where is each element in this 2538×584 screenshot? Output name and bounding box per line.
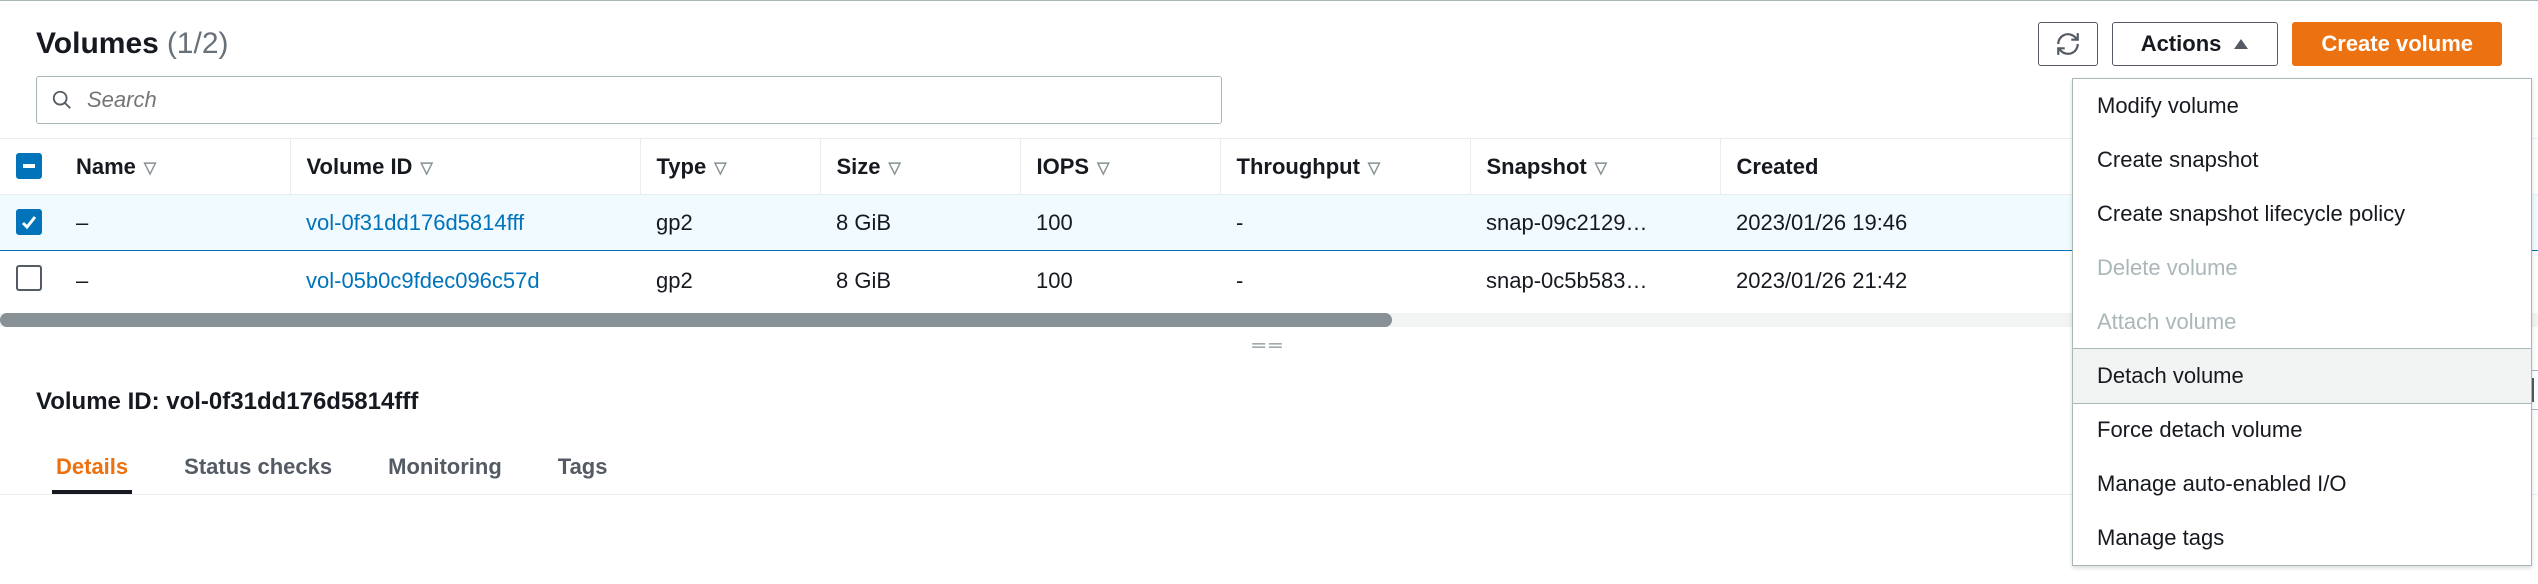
actions-dropdown: Modify volume Create snapshot Create sna… [2072,78,2532,566]
cell-iops: 100 [1036,268,1073,293]
scroll-thumb[interactable] [0,313,1392,327]
volume-id-link[interactable]: vol-05b0c9fdec096c57d [306,268,540,293]
cell-snapshot: snap-0c5b583… [1486,268,1647,293]
search-input-wrap[interactable] [36,76,1222,124]
actions-button[interactable]: Actions [2112,22,2279,66]
search-icon [51,89,73,111]
cell-size: 8 GiB [836,210,891,235]
refresh-icon [2055,31,2081,57]
create-volume-label: Create volume [2321,31,2473,57]
col-snapshot[interactable]: Snapshot [1487,154,1587,179]
caret-up-icon [2233,38,2249,50]
menu-attach-volume: Attach volume [2073,295,2531,349]
sort-icon[interactable]: ▽ [1097,158,1109,178]
menu-create-snapshot[interactable]: Create snapshot [2073,133,2531,187]
page-title: Volumes (1/2) [36,27,229,61]
select-all-checkbox[interactable] [16,153,42,179]
menu-modify-volume[interactable]: Modify volume [2073,79,2531,133]
cell-throughput: - [1236,210,1243,235]
refresh-button[interactable] [2038,22,2098,66]
col-iops[interactable]: IOPS [1037,154,1090,179]
menu-detach-volume[interactable]: Detach volume [2072,348,2532,404]
drag-handle-icon: ══ [1252,335,1286,356]
cell-name: – [76,268,88,293]
tab-status-checks[interactable]: Status checks [180,444,336,494]
detail-title-prefix: Volume ID: [36,388,166,415]
col-throughput[interactable]: Throughput [1237,154,1360,179]
cell-iops: 100 [1036,210,1073,235]
search-input[interactable] [87,87,1207,113]
volume-id-link[interactable]: vol-0f31dd176d5814fff [306,210,524,235]
menu-delete-volume: Delete volume [2073,241,2531,295]
cell-name: – [76,210,88,235]
cell-size: 8 GiB [836,268,891,293]
cell-snapshot: snap-09c2129… [1486,210,1647,235]
sort-icon[interactable]: ▽ [1595,158,1607,178]
tab-details[interactable]: Details [52,444,132,494]
sort-icon[interactable]: ▽ [889,158,901,178]
title-count: (1/2) [167,27,229,61]
col-size[interactable]: Size [837,154,881,179]
cell-throughput: - [1236,268,1243,293]
cell-created: 2023/01/26 21:42 [1736,268,1907,293]
sort-icon[interactable]: ▽ [714,158,726,178]
row-checkbox[interactable] [16,209,42,235]
menu-create-snapshot-lifecycle-policy[interactable]: Create snapshot lifecycle policy [2073,187,2531,241]
col-volume-id[interactable]: Volume ID [307,154,413,179]
col-name[interactable]: Name [76,154,136,179]
tab-monitoring[interactable]: Monitoring [384,444,506,494]
row-checkbox[interactable] [16,265,42,291]
col-created[interactable]: Created [1737,154,1819,179]
tab-tags[interactable]: Tags [554,444,612,494]
sort-icon[interactable]: ▽ [144,158,156,178]
create-volume-button[interactable]: Create volume [2292,22,2502,66]
menu-force-detach-volume[interactable]: Force detach volume [2073,403,2531,457]
actions-label: Actions [2141,31,2222,57]
detail-volume-id: vol-0f31dd176d5814fff [166,388,418,415]
col-type[interactable]: Type [657,154,707,179]
cell-type: gp2 [656,210,693,235]
title-text: Volumes [36,27,159,61]
menu-manage-tags[interactable]: Manage tags [2073,511,2531,565]
menu-manage-auto-enabled-io[interactable]: Manage auto-enabled I/O [2073,457,2531,511]
cell-created: 2023/01/26 19:46 [1736,210,1907,235]
sort-icon[interactable]: ▽ [1368,158,1380,178]
sort-icon[interactable]: ▽ [420,158,432,178]
cell-type: gp2 [656,268,693,293]
